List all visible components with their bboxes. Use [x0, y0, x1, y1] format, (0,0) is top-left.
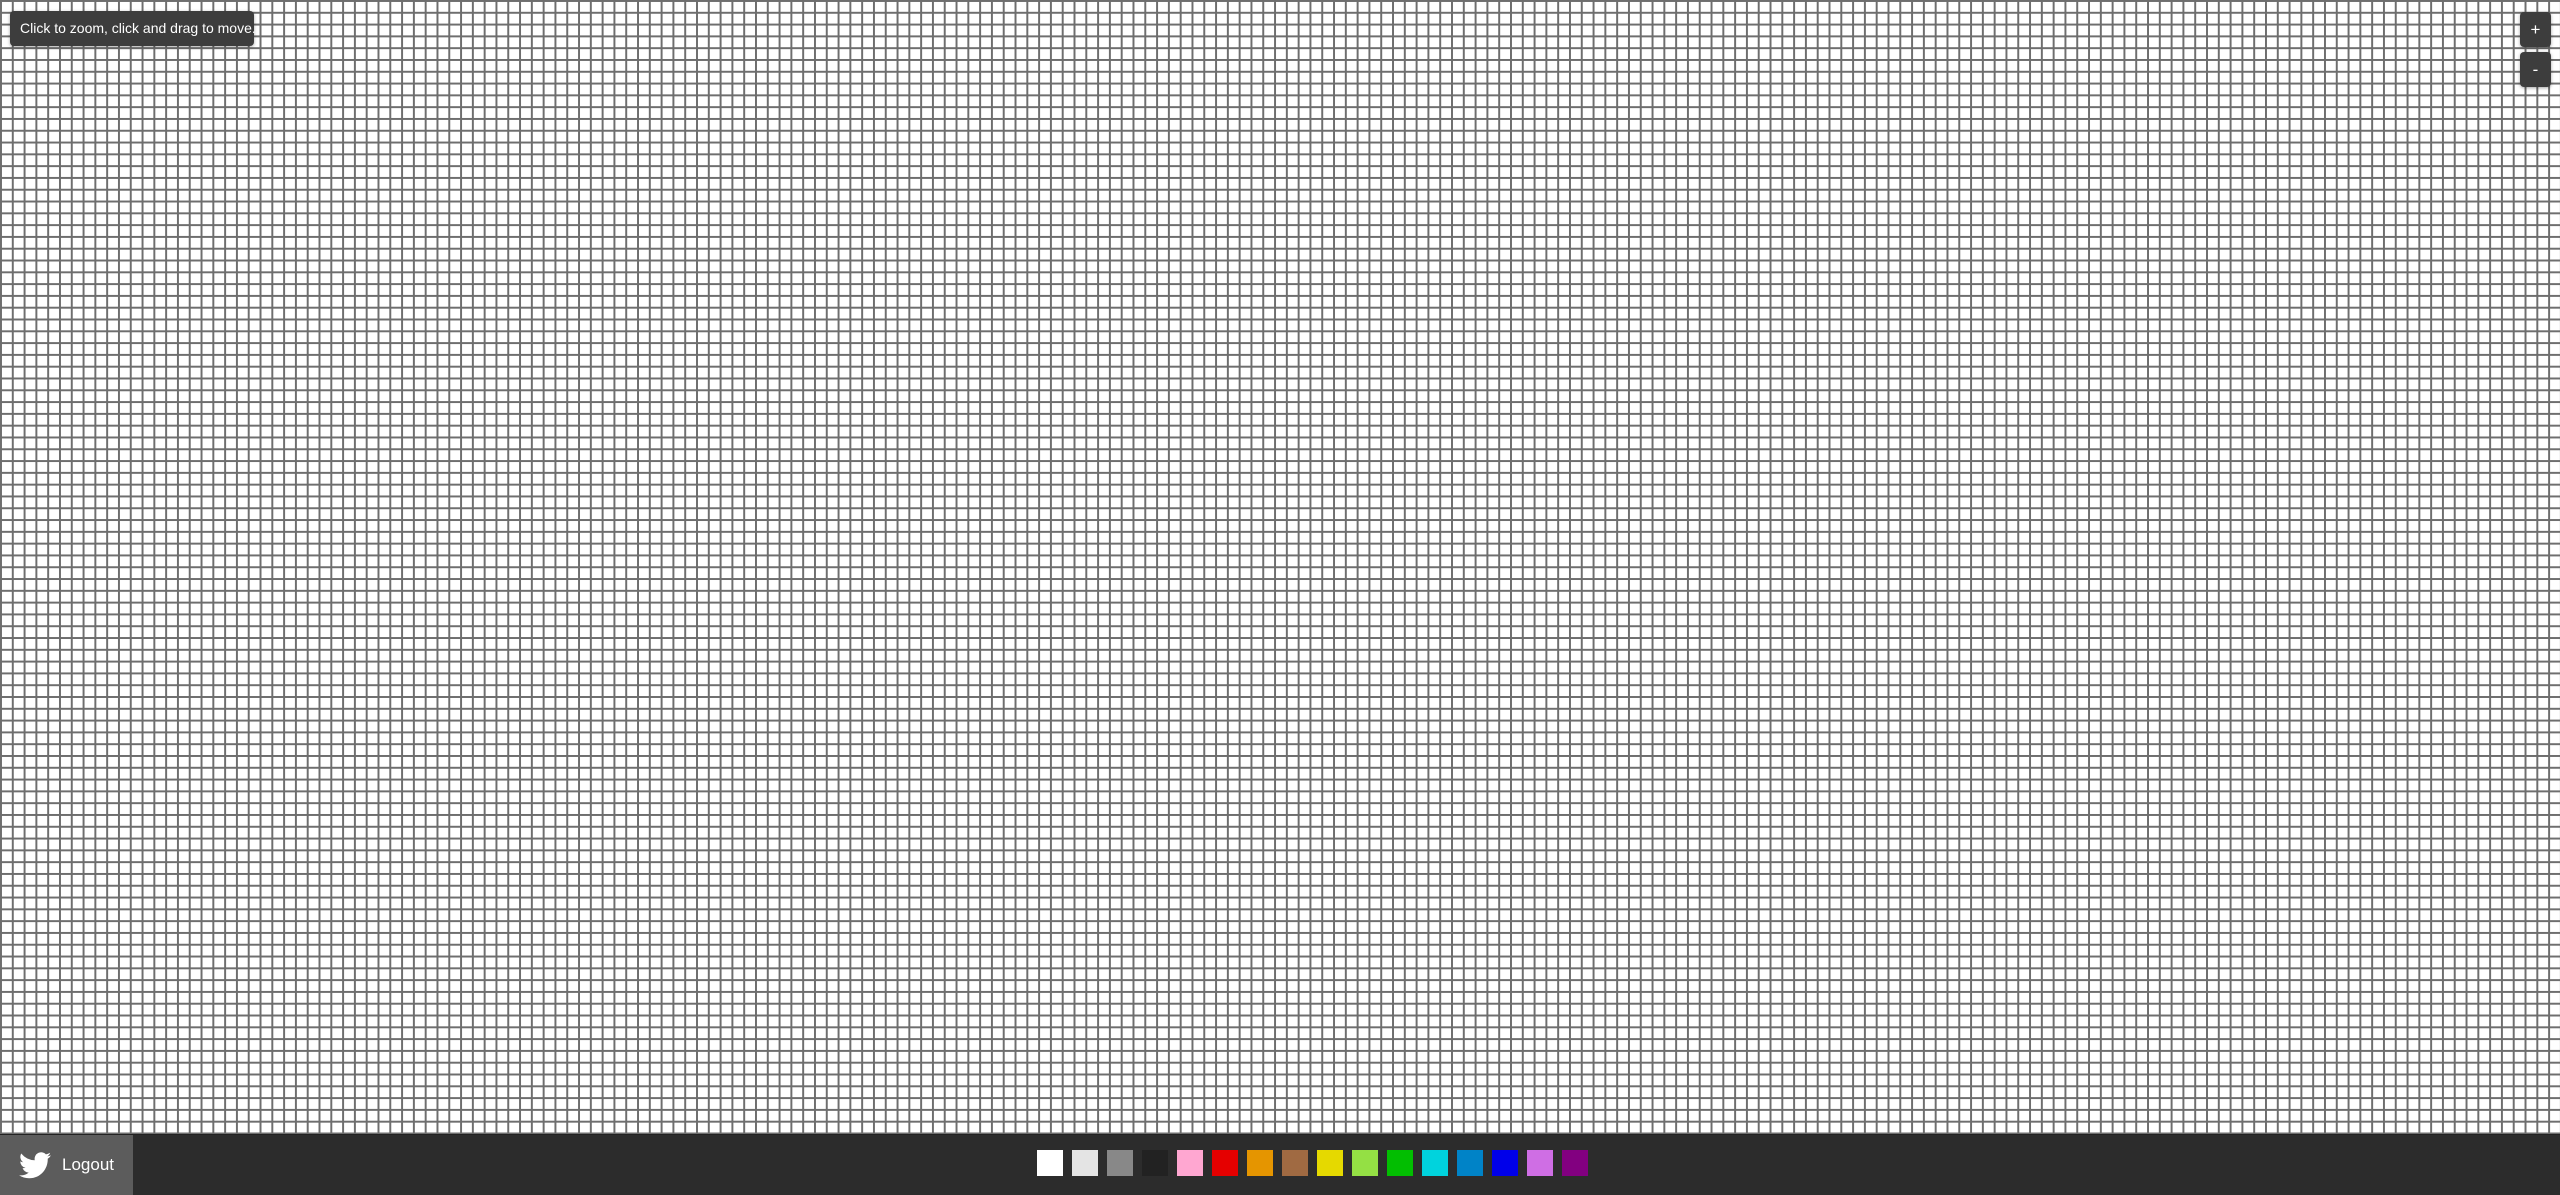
color-swatch-orange[interactable]: [1247, 1150, 1273, 1176]
zoom-hint-tooltip: Click to zoom, click and drag to move.: [10, 11, 256, 46]
color-swatch-light-gray[interactable]: [1072, 1150, 1098, 1176]
color-swatch-gray[interactable]: [1107, 1150, 1133, 1176]
color-swatch-green[interactable]: [1387, 1150, 1413, 1176]
color-palette: [1037, 1150, 1588, 1178]
logout-label: Logout: [62, 1155, 114, 1174]
twitter-bird-icon: [18, 1150, 52, 1180]
color-swatch-magenta[interactable]: [1527, 1150, 1553, 1176]
color-swatch-white[interactable]: [1037, 1150, 1063, 1176]
color-swatch-black[interactable]: [1142, 1150, 1168, 1176]
color-swatch-blue[interactable]: [1457, 1150, 1483, 1176]
color-swatch-purple[interactable]: [1562, 1150, 1588, 1176]
color-swatch-dark-blue[interactable]: [1492, 1150, 1518, 1176]
zoom-out-button[interactable]: -: [2520, 52, 2551, 87]
pixel-canvas[interactable]: [0, 0, 2560, 1134]
color-swatch-brown[interactable]: [1282, 1150, 1308, 1176]
color-swatch-cyan[interactable]: [1422, 1150, 1448, 1176]
color-swatch-red[interactable]: [1212, 1150, 1238, 1176]
logout-button[interactable]: Logout: [0, 1135, 133, 1195]
bottom-toolbar: Logout: [0, 1134, 2560, 1195]
color-swatch-light-green[interactable]: [1352, 1150, 1378, 1176]
zoom-in-button[interactable]: +: [2520, 12, 2551, 47]
color-swatch-yellow[interactable]: [1317, 1150, 1343, 1176]
color-swatch-pink[interactable]: [1177, 1150, 1203, 1176]
